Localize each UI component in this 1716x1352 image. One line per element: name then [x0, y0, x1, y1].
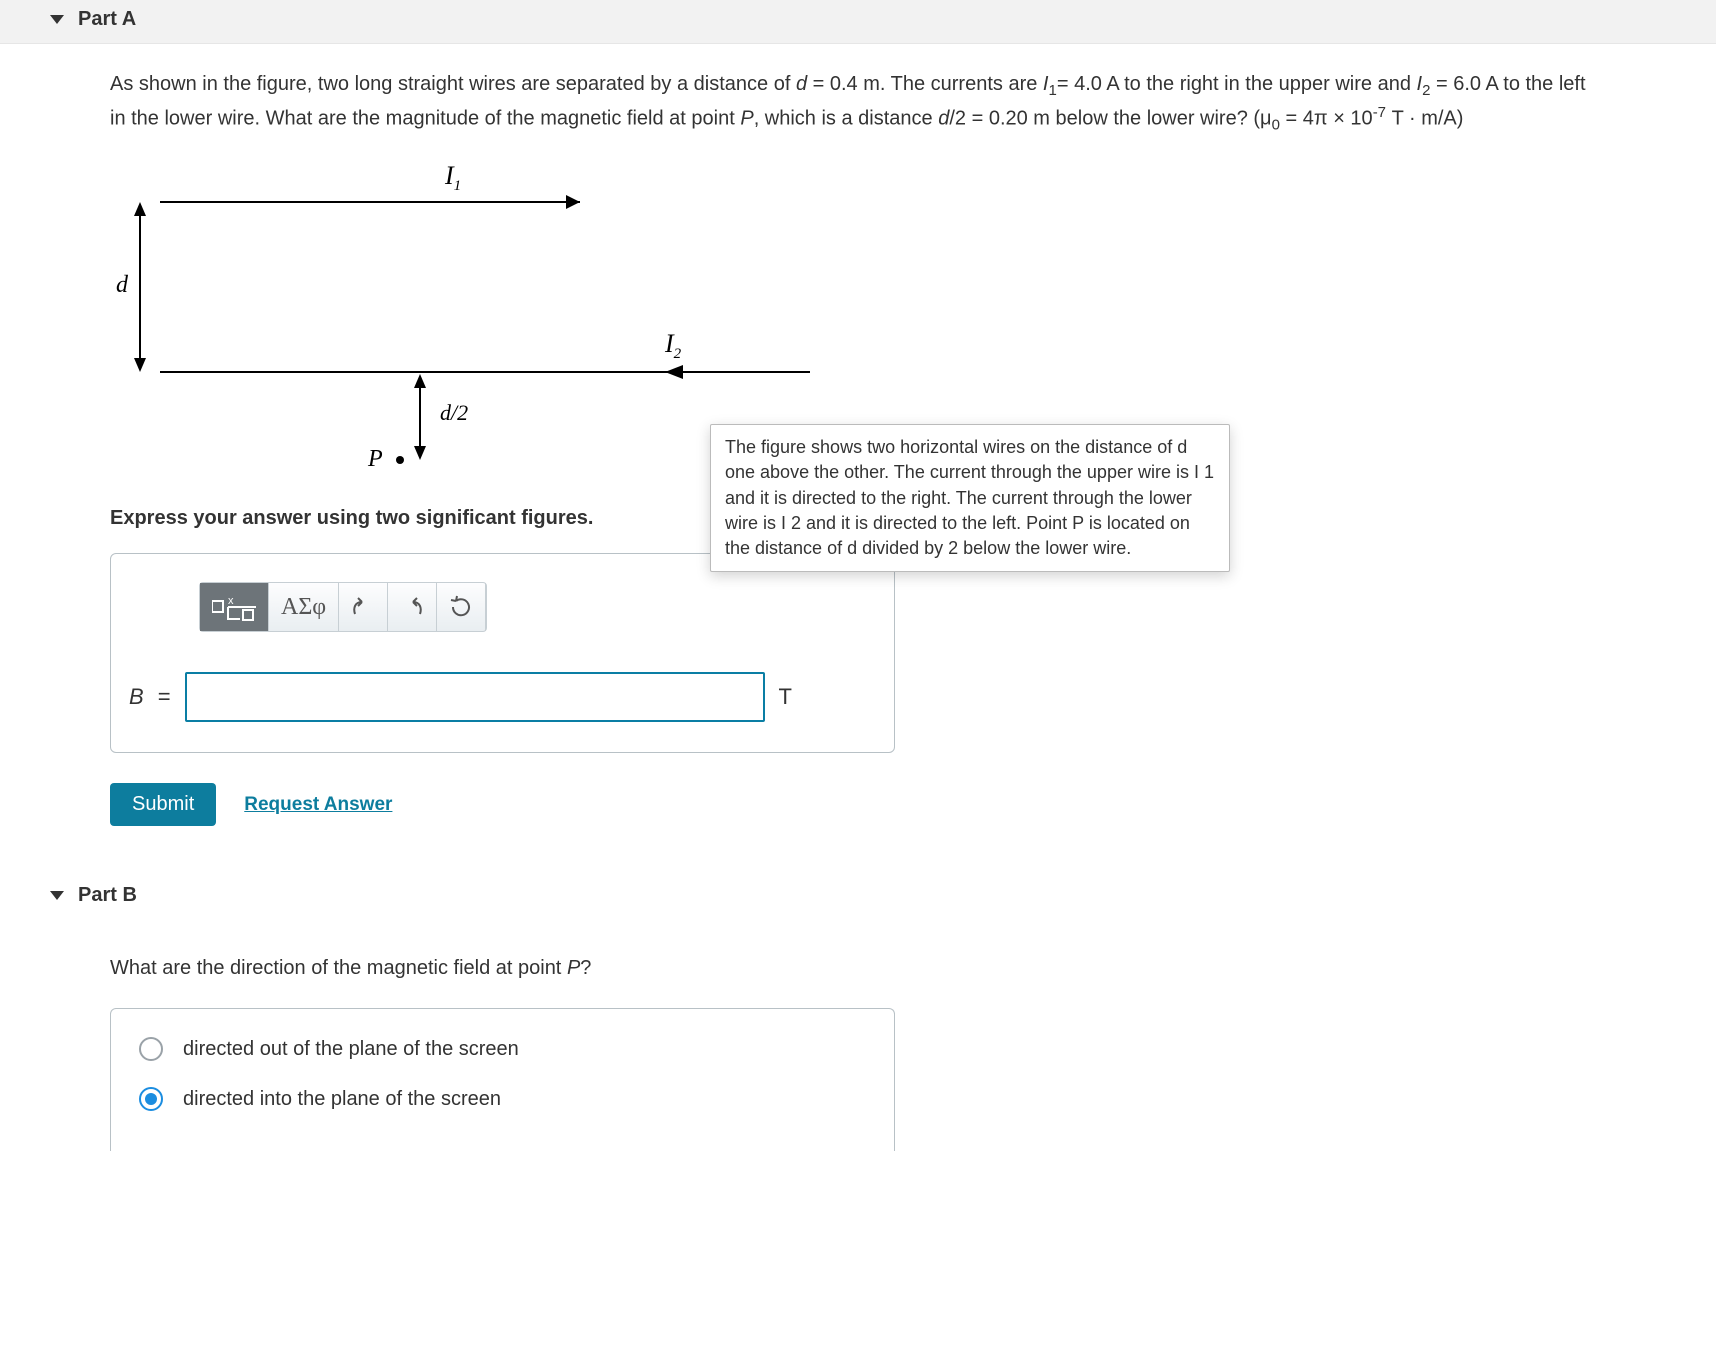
- part-b-content: What are the direction of the magnetic f…: [0, 919, 1716, 1151]
- lhs-variable: B: [129, 681, 144, 713]
- figure-description-tooltip: The figure shows two horizontal wires on…: [710, 424, 1230, 572]
- redo-button[interactable]: [388, 583, 437, 631]
- submit-button[interactable]: Submit: [110, 783, 216, 826]
- question-prompt: As shown in the figure, two long straigh…: [110, 70, 1606, 136]
- label-d: d: [116, 272, 129, 298]
- caret-down-icon: [50, 15, 64, 24]
- label-dhalf: d/2: [440, 400, 468, 425]
- reset-button[interactable]: [437, 583, 486, 631]
- figure-diagram: I1 I2 d d/2 P The figure shows two horiz…: [110, 162, 810, 482]
- choice-box: directed out of the plane of the screen …: [110, 1008, 895, 1151]
- prompt-text: As shown in the figure, two long straigh…: [110, 70, 1606, 136]
- choice-1-label: directed out of the plane of the screen: [183, 1038, 519, 1061]
- part-a-title: Part A: [78, 8, 136, 31]
- equation-row: B = T: [129, 672, 876, 722]
- label-P: P: [367, 446, 383, 472]
- radio-icon[interactable]: [139, 1087, 163, 1111]
- undo-button[interactable]: [339, 583, 388, 631]
- greek-button[interactable]: ΑΣφ: [269, 583, 339, 631]
- caret-down-icon: [50, 891, 64, 900]
- choice-2[interactable]: directed into the plane of the screen: [139, 1087, 866, 1111]
- label-I1: I1: [444, 162, 461, 194]
- svg-text:x: x: [228, 595, 234, 607]
- radio-icon[interactable]: [139, 1037, 163, 1061]
- action-row: Submit Request Answer: [110, 783, 1606, 826]
- templates-button[interactable]: x: [200, 583, 269, 631]
- unit-label: T: [779, 681, 792, 713]
- part-b-question: What are the direction of the magnetic f…: [110, 957, 1606, 980]
- choice-2-label: directed into the plane of the screen: [183, 1088, 501, 1111]
- part-a-content: As shown in the figure, two long straigh…: [0, 44, 1716, 826]
- equation-toolbar: x ΑΣφ: [199, 582, 487, 632]
- answer-input[interactable]: [185, 672, 765, 722]
- part-b-header[interactable]: Part B: [0, 876, 1716, 919]
- answer-box: x ΑΣφ B = T: [110, 553, 895, 753]
- request-answer-link[interactable]: Request Answer: [244, 791, 392, 819]
- part-b-title: Part B: [78, 884, 137, 907]
- label-I2: I2: [664, 329, 682, 362]
- part-a-header[interactable]: Part A: [0, 0, 1716, 44]
- equals-sign: =: [158, 681, 171, 713]
- choice-1[interactable]: directed out of the plane of the screen: [139, 1037, 866, 1061]
